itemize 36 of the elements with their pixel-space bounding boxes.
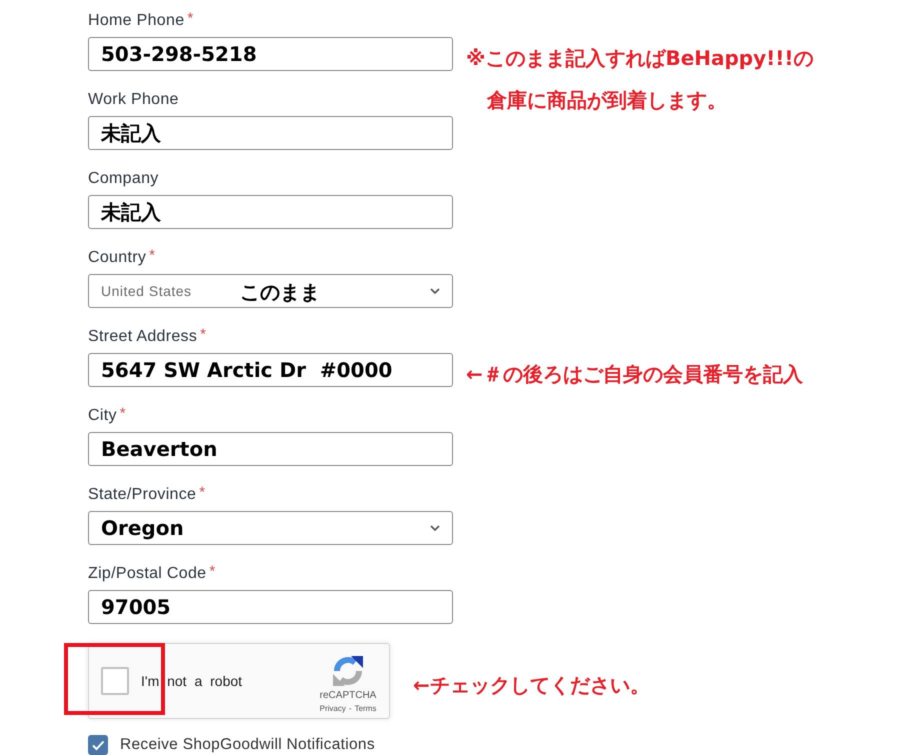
brand-text: reCAPTCHA <box>320 690 376 702</box>
input-field[interactable]: Beaverton <box>88 432 453 466</box>
annotation-text: このまま <box>240 279 320 306</box>
required-mark: * <box>209 564 216 580</box>
field-label: Work Phone <box>88 90 179 110</box>
input-field[interactable]: 5647 SW Arctic Dr #0000 <box>88 353 453 387</box>
chevron-down-icon <box>430 288 440 294</box>
input-field[interactable]: 未記入 <box>88 116 453 150</box>
required-mark: * <box>199 485 206 501</box>
field-label: Country <box>88 248 146 268</box>
required-mark: * <box>120 406 126 422</box>
field-label: Street Address <box>88 327 198 347</box>
annotation-text: ※このまま記入すればBeHappy!!!の 倉庫に商品が到着します。 <box>466 45 814 114</box>
required-mark: * <box>187 11 194 27</box>
circular-arrows-icon <box>332 655 364 687</box>
field-label: City <box>88 406 117 426</box>
captcha-label: I'm not a robot <box>141 673 242 689</box>
required-mark: * <box>200 327 206 343</box>
annotation-text: ←チェックしてください。 <box>413 672 650 698</box>
field-label: Zip/Postal Code <box>88 564 206 584</box>
chevron-down-icon <box>430 525 440 531</box>
select-field[interactable]: Oregon <box>88 511 453 545</box>
field-label: Home Phone <box>88 11 184 31</box>
field-label: Company <box>88 169 159 189</box>
separator-text: - <box>348 704 352 714</box>
terms-link[interactable]: Terms <box>354 704 376 714</box>
checkbox[interactable] <box>88 735 108 755</box>
input-field[interactable]: 未記入 <box>88 195 453 229</box>
input-field[interactable]: 503-298-5218 <box>88 37 453 71</box>
field-label: State/Province <box>88 485 196 505</box>
input-field[interactable]: 97005 <box>88 590 453 624</box>
annotation-text: ←＃の後ろはご自身の会員番号を記入 <box>466 361 803 388</box>
captcha-checkbox[interactable] <box>101 667 129 695</box>
required-mark: * <box>149 248 155 264</box>
checkbox-label: Receive ShopGoodwill Notifications <box>120 736 375 754</box>
privacy-link[interactable]: Privacy <box>320 704 346 714</box>
